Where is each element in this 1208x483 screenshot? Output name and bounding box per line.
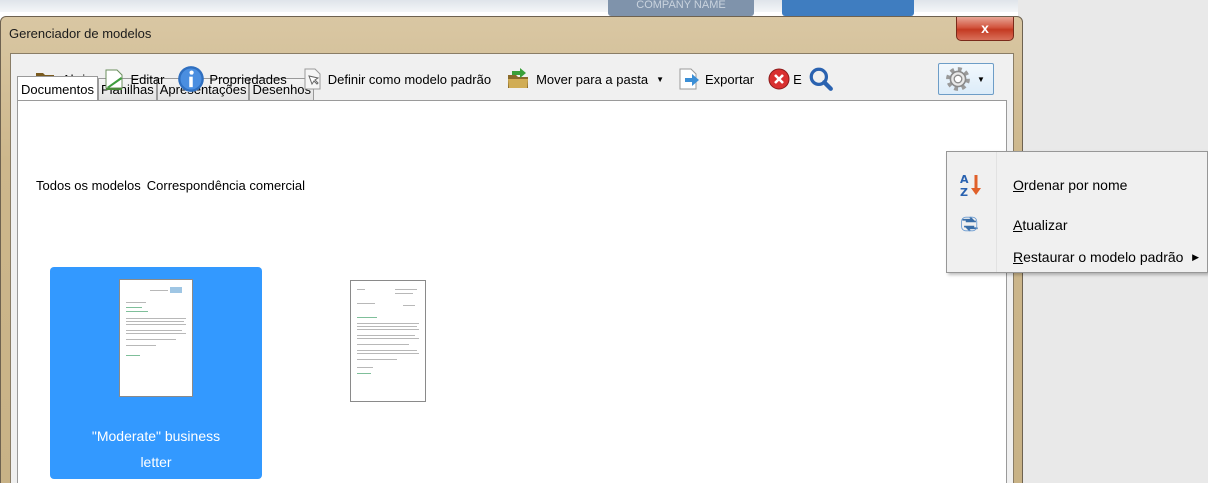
move-to-folder-icon (508, 68, 529, 88)
menu-item-refresh[interactable]: Atualizar (947, 208, 1207, 242)
set-default-label: Definir como modelo padrão (327, 71, 492, 87)
svg-text:A: A (960, 173, 969, 186)
edit-button[interactable]: Editar (102, 65, 164, 93)
toolbar: Abrir Editar Propriedades Definir como m… (34, 62, 847, 96)
delete-button[interactable]: E (767, 65, 802, 93)
info-icon (178, 66, 205, 92)
export-icon (679, 68, 699, 90)
window-title: Gerenciador de modelos (9, 26, 152, 41)
export-label: Exportar (705, 71, 755, 87)
template-item[interactable] (282, 267, 494, 479)
properties-button[interactable]: Propriedades (177, 65, 287, 93)
menu-item-label: Ordenar por nome (1013, 177, 1128, 193)
refresh-icon (961, 216, 978, 232)
breadcrumb: Todos os modelos Correspondência comerci… (36, 178, 305, 193)
background-company-name: COMPANY NAME (608, 0, 754, 16)
menu-item-restore-default[interactable]: Restaurar o modelo padrão ▶ (947, 240, 1207, 274)
breadcrumb-current[interactable]: Correspondência comercial (147, 178, 305, 193)
template-name: "Moderate" business letter (50, 423, 262, 475)
template-name-line1: "Moderate" business (91, 428, 221, 444)
tab-documentos[interactable]: Documentos (17, 76, 98, 100)
template-name-line2: letter (140, 454, 172, 470)
template-thumbnail (119, 279, 193, 397)
actions-dropdown-menu: A Z Ordenar por nome Atualizar Restaurar… (946, 151, 1208, 273)
menu-item-label: Atualizar (1013, 217, 1068, 233)
actions-dropdown-arrow-icon: ▼ (977, 74, 985, 84)
template-item[interactable]: "Moderate" business letter (50, 267, 262, 479)
close-icon: x (981, 20, 989, 36)
properties-label: Propriedades (209, 71, 287, 87)
title-bar[interactable]: Gerenciador de modelos (1, 17, 1022, 49)
sort-az-icon: A Z (960, 173, 981, 198)
export-button[interactable]: Exportar (677, 65, 754, 93)
move-dropdown-arrow-icon[interactable]: ▼ (656, 75, 664, 84)
gear-icon (946, 67, 970, 91)
template-thumbnail (350, 280, 426, 402)
submenu-arrow-icon: ▶ (1192, 251, 1199, 262)
search-button[interactable] (808, 65, 834, 93)
delete-icon (768, 68, 790, 90)
close-button[interactable]: x (956, 17, 1014, 41)
move-to-folder-label: Mover para a pasta (536, 71, 649, 87)
menu-item-label: Restaurar o modelo padrão (1013, 249, 1184, 265)
set-default-icon (304, 68, 321, 90)
breadcrumb-root[interactable]: Todos os modelos (36, 178, 141, 193)
edit-document-icon (105, 69, 123, 90)
delete-label: E (793, 71, 802, 87)
actions-menu-button[interactable]: ▼ (938, 63, 994, 95)
search-icon (809, 67, 833, 91)
background-tab (782, 0, 914, 16)
edit-label: Editar (130, 71, 165, 87)
menu-item-sort-by-name[interactable]: A Z Ordenar por nome (947, 168, 1207, 202)
move-to-folder-button[interactable]: Mover para a pasta ▼ (504, 65, 664, 93)
set-default-button[interactable]: Definir como modelo padrão (300, 65, 491, 93)
svg-text:Z: Z (960, 186, 968, 198)
